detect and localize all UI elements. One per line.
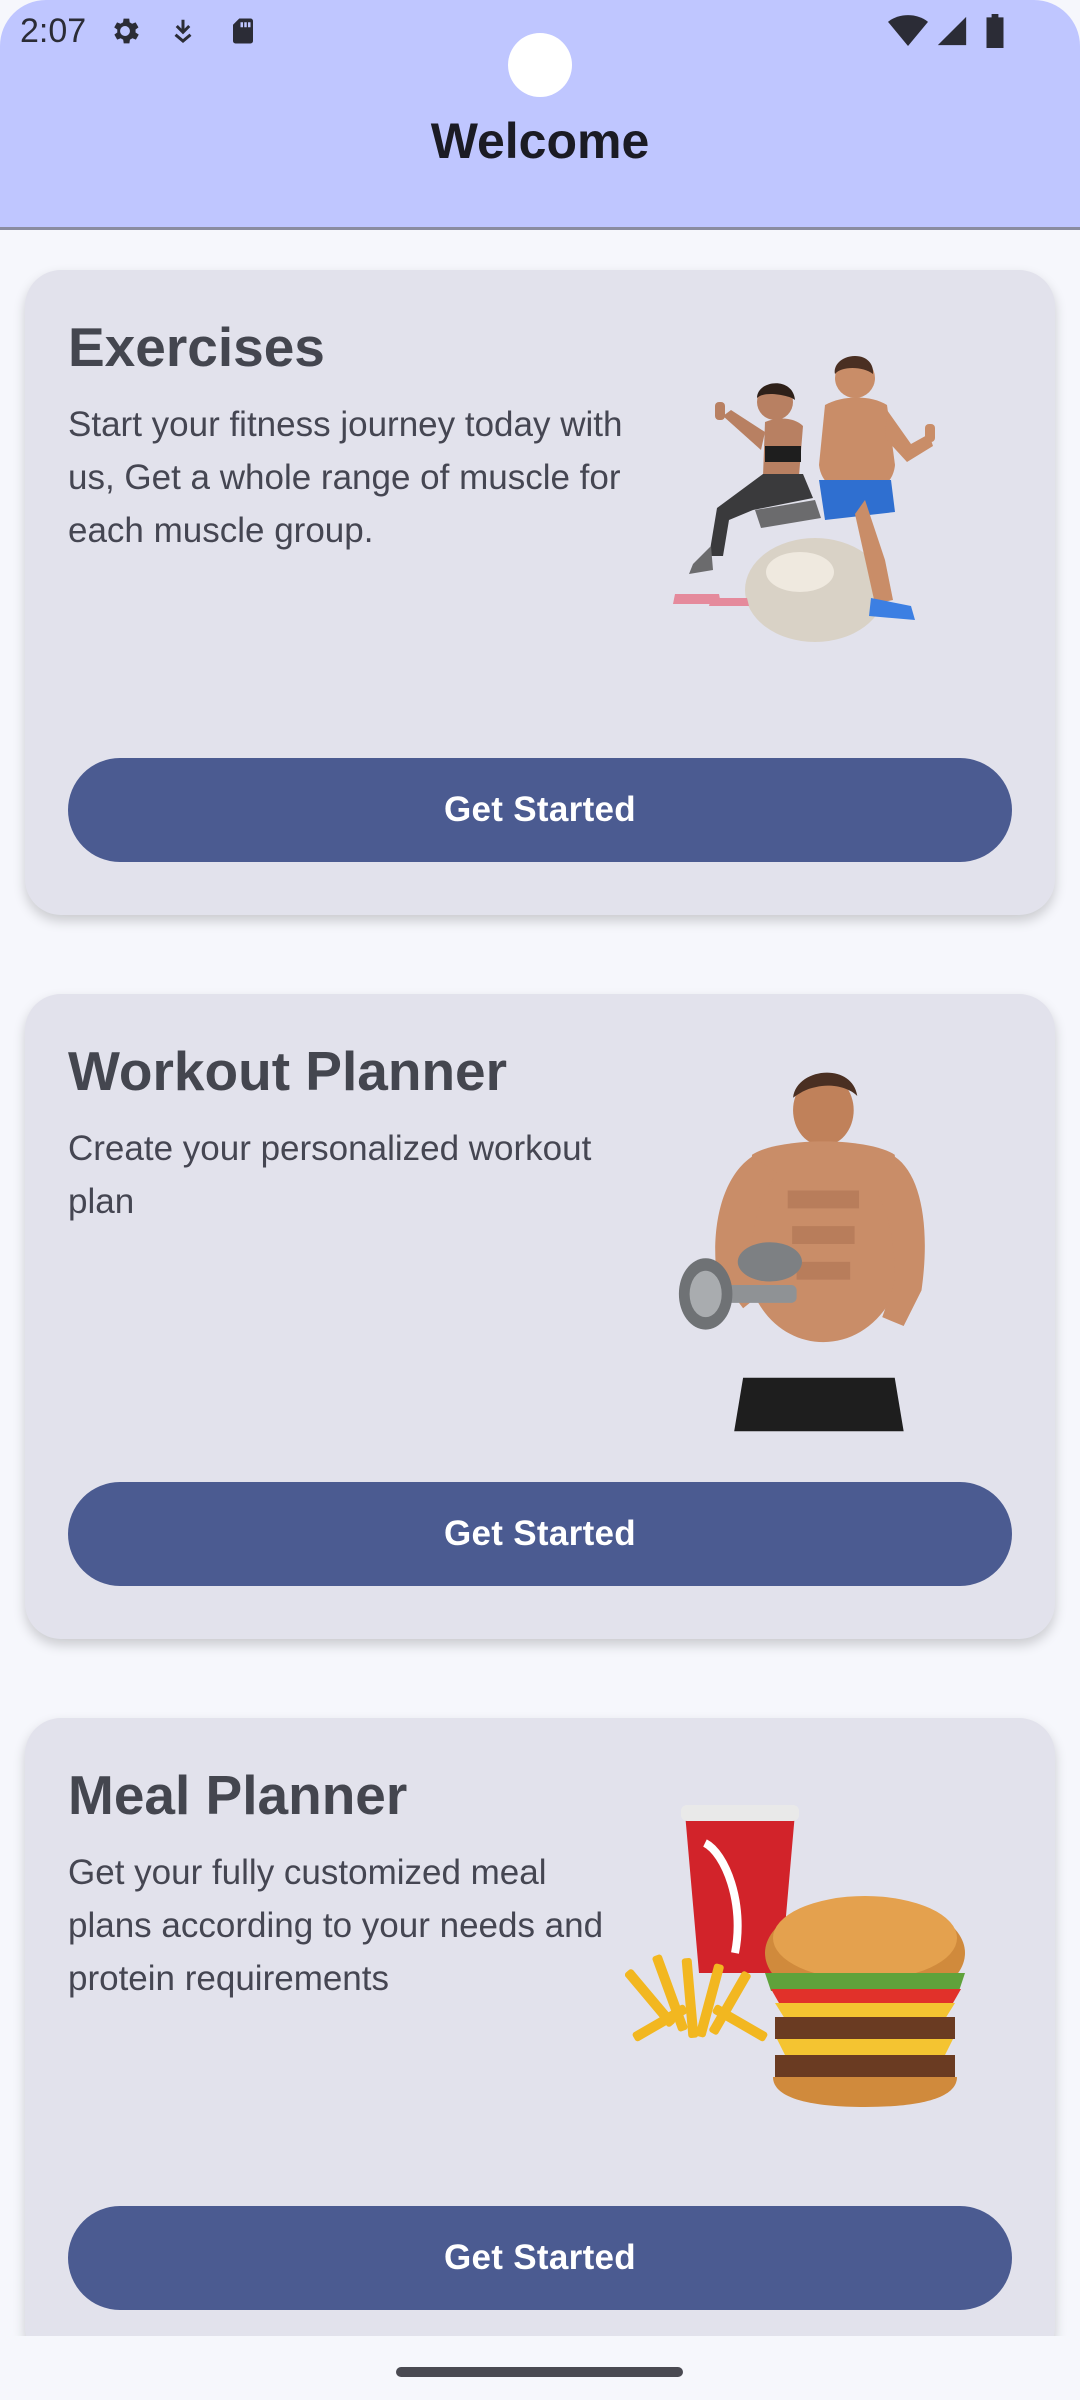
battery-icon xyxy=(986,14,1004,48)
wifi-icon xyxy=(888,15,928,46)
gear-icon xyxy=(114,18,139,44)
card-title: Workout Planner xyxy=(68,1040,508,1102)
page-title: Welcome xyxy=(430,113,650,169)
status-time: 2:07 xyxy=(20,12,87,50)
burger-fries-soda-image xyxy=(625,1805,965,2107)
sd-card-icon xyxy=(233,18,253,44)
exercises-card: Exercises Start your fitness journey tod… xyxy=(25,270,1055,915)
camera-cutout xyxy=(508,33,572,97)
card-title: Exercises xyxy=(68,316,325,378)
card-description: Start your fitness journey today with us… xyxy=(68,405,623,550)
card-title: Meal Planner xyxy=(68,1764,408,1826)
app-screen: 2:07 Welcome Exercises Start your fitnes… xyxy=(0,0,1080,2400)
couple-exercise-ball-image xyxy=(673,356,935,642)
meal-planner-card: Meal Planner Get your fully customized m… xyxy=(25,1718,1055,2363)
workout-planner-card: Workout Planner Create your personalized… xyxy=(25,994,1055,1639)
cell-signal-icon xyxy=(937,16,967,46)
meal-planner-get-started-button[interactable]: Get Started xyxy=(68,2206,1012,2310)
card-description: Create your personalized workout plan xyxy=(68,1129,592,1221)
card-description: Get your fully customized meal plans acc… xyxy=(68,1853,604,1998)
download-icon xyxy=(174,19,192,43)
app-header: 2:07 Welcome xyxy=(0,0,1080,230)
exercises-get-started-button[interactable]: Get Started xyxy=(68,758,1012,862)
bodybuilder-dumbbell-image xyxy=(678,1072,925,1432)
home-gesture-handle[interactable] xyxy=(396,2367,683,2377)
workout-planner-get-started-button[interactable]: Get Started xyxy=(68,1482,1012,1586)
